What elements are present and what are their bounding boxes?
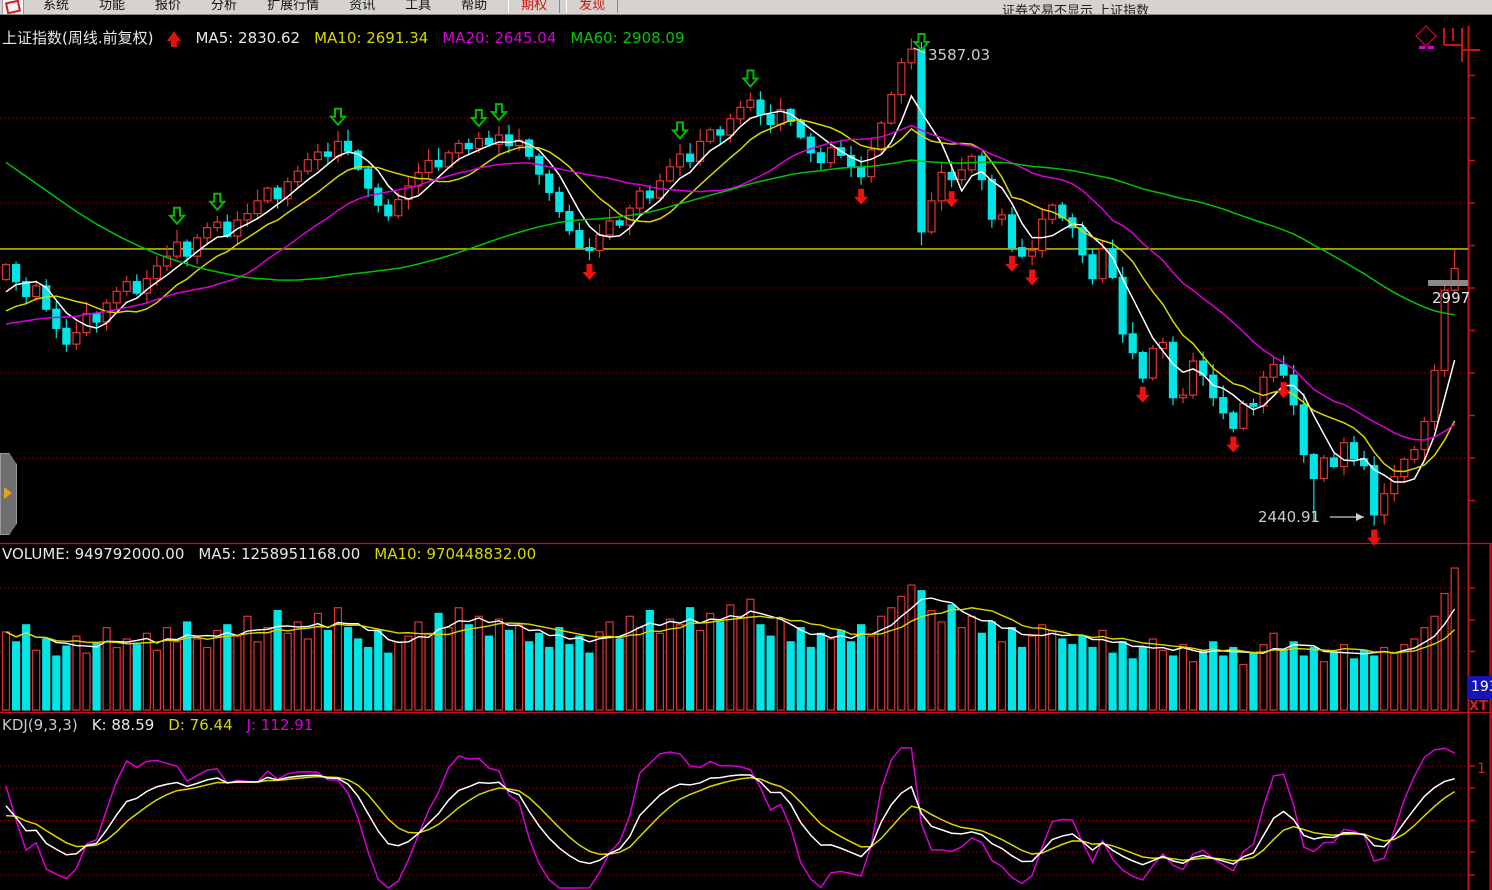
menu-item-7[interactable]: 帮助 <box>446 0 502 13</box>
trading-terminal-window: { "window": {"title_right": "证券交易不显示 上证指… <box>0 0 1492 890</box>
menu-item-6[interactable]: 工具 <box>390 0 446 13</box>
volume-value: VOLUME: 949792000.00 <box>2 545 184 563</box>
main-chart-header: 上证指数(周线.前复权) MA5: 2830.62 MA10: 2691.34 … <box>2 27 685 48</box>
expand-arrow-icon <box>4 487 12 499</box>
ma60-value: MA60: 2908.09 <box>570 29 684 47</box>
kdj-j-value: J: 112.91 <box>247 716 314 734</box>
app-logo-icon[interactable] <box>2 0 24 15</box>
kdj-title: KDJ(9,3,3) <box>2 716 78 734</box>
menu-item-4[interactable]: 扩展行情 <box>252 0 334 13</box>
main-chart-panel[interactable] <box>0 14 1468 543</box>
ma5-value: MA5: 2830.62 <box>195 29 300 47</box>
volume-ma10-value: MA10: 970448832.00 <box>374 545 536 563</box>
menu-item-2[interactable]: 报价 <box>140 0 196 13</box>
menu-hot-item-0[interactable]: 期权 <box>508 0 560 13</box>
volume-axis-sub-label: XT <box>1469 699 1488 714</box>
volume-ma5-value: MA5: 1258951168.00 <box>198 545 360 563</box>
symbol-title: 上证指数(周线.前复权) <box>2 27 153 48</box>
menu-bar: 系统功能报价分析扩展行情资讯工具帮助期权发现 证券交易不显示 上证指数 <box>0 0 1492 15</box>
peak-price-annotation: 3587.03 <box>928 46 990 64</box>
volume-panel[interactable] <box>0 560 1468 712</box>
menu-hot-item-1[interactable]: 发现 <box>566 0 618 13</box>
ma10-value: MA10: 2691.34 <box>314 29 428 47</box>
last-price-label: 2997 <box>1432 289 1470 307</box>
window-title: 证券交易不显示 上证指数 <box>1002 0 1149 15</box>
menu-item-3[interactable]: 分析 <box>196 0 252 13</box>
menu-item-1[interactable]: 功能 <box>84 0 140 13</box>
kdj-k-value: K: 88.59 <box>92 716 155 734</box>
kdj-axis-label: 1 <box>1477 761 1486 777</box>
volume-axis-badge: 193 <box>1468 676 1492 699</box>
volume-header: VOLUME: 949792000.00 MA5: 1258951168.00 … <box>2 545 536 563</box>
kdj-panel[interactable] <box>0 732 1468 890</box>
kdj-header: KDJ(9,3,3) K: 88.59 D: 76.44 J: 112.91 <box>2 716 313 734</box>
menu-item-5[interactable]: 资讯 <box>334 0 390 13</box>
sidebar-expand-tab[interactable] <box>0 453 17 535</box>
kdj-d-value: D: 76.44 <box>168 716 232 734</box>
trough-price-annotation: 2440.91 <box>1258 508 1320 526</box>
trend-up-icon <box>167 31 181 41</box>
ma20-value: MA20: 2645.04 <box>442 29 556 47</box>
menu-items: 系统功能报价分析扩展行情资讯工具帮助期权发现 <box>28 0 618 13</box>
menu-item-0[interactable]: 系统 <box>28 0 84 13</box>
